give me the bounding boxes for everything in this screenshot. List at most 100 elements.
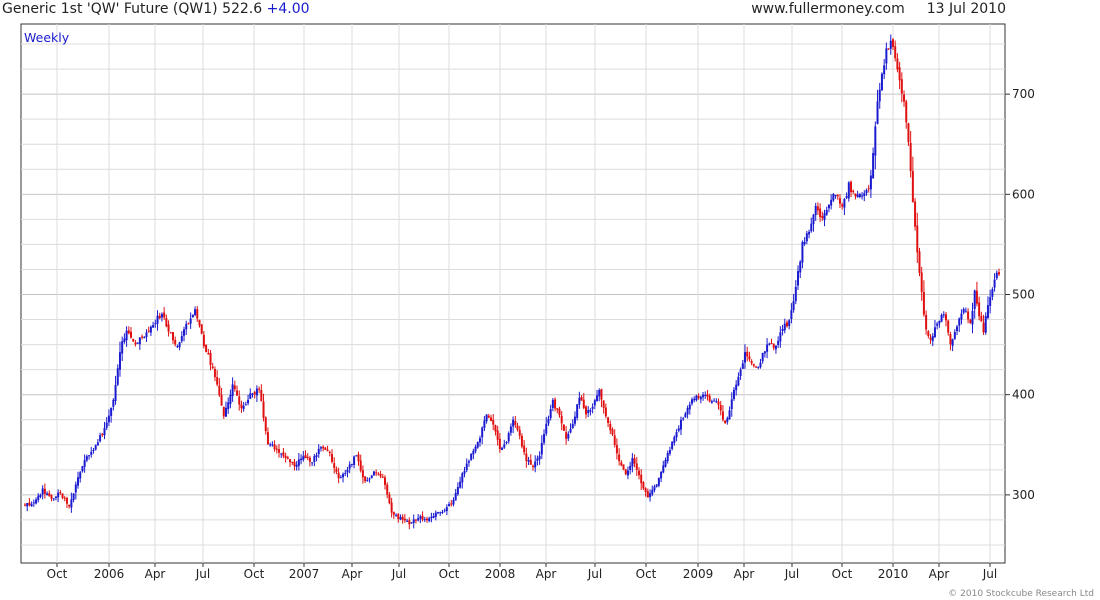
candle-body	[834, 195, 837, 197]
candle-body	[931, 335, 934, 342]
candle-body	[503, 444, 506, 448]
candle-body	[72, 493, 75, 500]
candle-body	[615, 445, 618, 454]
x-tick-label: Apr	[536, 567, 557, 581]
candle-body	[547, 418, 550, 424]
candle-body	[280, 453, 283, 455]
candle-body	[728, 410, 731, 420]
candle-body	[209, 352, 212, 365]
candle-body	[258, 388, 261, 390]
candle-body	[845, 196, 848, 198]
candle-body	[437, 512, 440, 514]
candle-body	[28, 502, 31, 506]
candle-body	[947, 320, 950, 333]
candle-body	[967, 311, 970, 320]
candle-body	[724, 420, 727, 424]
candle-body	[92, 450, 95, 452]
candle-body	[889, 40, 892, 49]
candle-body	[127, 330, 130, 334]
candle-body	[841, 204, 844, 207]
candle-body	[379, 474, 382, 477]
candle-body	[911, 171, 914, 203]
candle-body	[425, 518, 428, 521]
candle-body	[609, 423, 612, 431]
candle-body	[925, 315, 928, 330]
candle-body	[717, 401, 720, 405]
candle-body	[68, 504, 71, 507]
candle-body	[686, 408, 689, 415]
candle-body	[313, 456, 316, 463]
candle-body	[300, 458, 303, 461]
candle-body	[143, 337, 146, 339]
candle-body	[905, 101, 908, 123]
candle-body	[816, 206, 819, 211]
candle-body	[582, 399, 585, 408]
candle-body	[741, 363, 744, 369]
candle-body	[637, 470, 640, 476]
plot-area-frame	[20, 23, 1006, 564]
candle-body	[507, 433, 510, 442]
candle-body	[956, 326, 959, 331]
candle-body	[105, 422, 108, 428]
candle-body	[759, 362, 762, 368]
candle-body	[960, 313, 963, 320]
candle-body	[591, 406, 594, 409]
candle-body	[103, 427, 106, 436]
candle-body	[399, 517, 402, 520]
candle-body	[679, 419, 682, 430]
candle-body	[315, 455, 318, 457]
candle-body	[240, 404, 243, 409]
candle-body	[620, 462, 623, 466]
candle-body	[781, 329, 784, 331]
candle-body	[695, 395, 698, 401]
candle-body	[99, 435, 102, 442]
candle-body	[229, 394, 232, 404]
candle-body	[975, 290, 978, 304]
candle-body	[70, 499, 73, 508]
candle-body	[174, 339, 177, 345]
candle-body	[790, 310, 793, 320]
y-axis: 300 400 500 600 700	[1005, 87, 1035, 502]
candle-body	[900, 79, 903, 94]
candle-body	[277, 449, 280, 453]
candle-body	[843, 198, 846, 208]
candle-body	[626, 470, 629, 476]
candle-body	[821, 215, 824, 219]
candle-body	[242, 405, 245, 409]
candle-body	[878, 89, 881, 102]
candle-body	[573, 416, 576, 424]
candle-body	[485, 414, 488, 422]
candle-body	[558, 408, 561, 416]
x-tick-label: 2009	[683, 567, 714, 581]
candle-body	[949, 334, 952, 345]
candle-body	[752, 364, 755, 366]
candle-body	[368, 478, 371, 480]
candle-body	[514, 421, 517, 425]
candle-body	[783, 323, 786, 331]
candle-body	[304, 455, 307, 459]
candle-body	[622, 464, 625, 470]
candle-body	[768, 343, 771, 345]
candle-body	[434, 512, 437, 517]
candle-body	[324, 447, 327, 450]
candle-body	[423, 519, 426, 521]
candle-body	[697, 396, 700, 398]
candle-body	[653, 486, 656, 491]
candle-body	[403, 518, 406, 521]
candle-body	[211, 366, 214, 368]
candle-body	[770, 342, 773, 344]
candle-body	[330, 454, 333, 462]
candle-body	[995, 272, 998, 279]
x-tick-label: Apr	[929, 567, 950, 581]
candle-body	[854, 193, 857, 197]
candle-body	[518, 429, 521, 436]
candle-body	[657, 477, 660, 486]
candle-body	[326, 449, 329, 452]
candle-body	[920, 272, 923, 292]
candle-body	[205, 344, 208, 353]
candle-body	[520, 435, 523, 447]
candle-body	[101, 433, 104, 436]
candle-body	[474, 446, 477, 452]
candle-body	[631, 457, 634, 467]
candle-body	[412, 519, 415, 523]
